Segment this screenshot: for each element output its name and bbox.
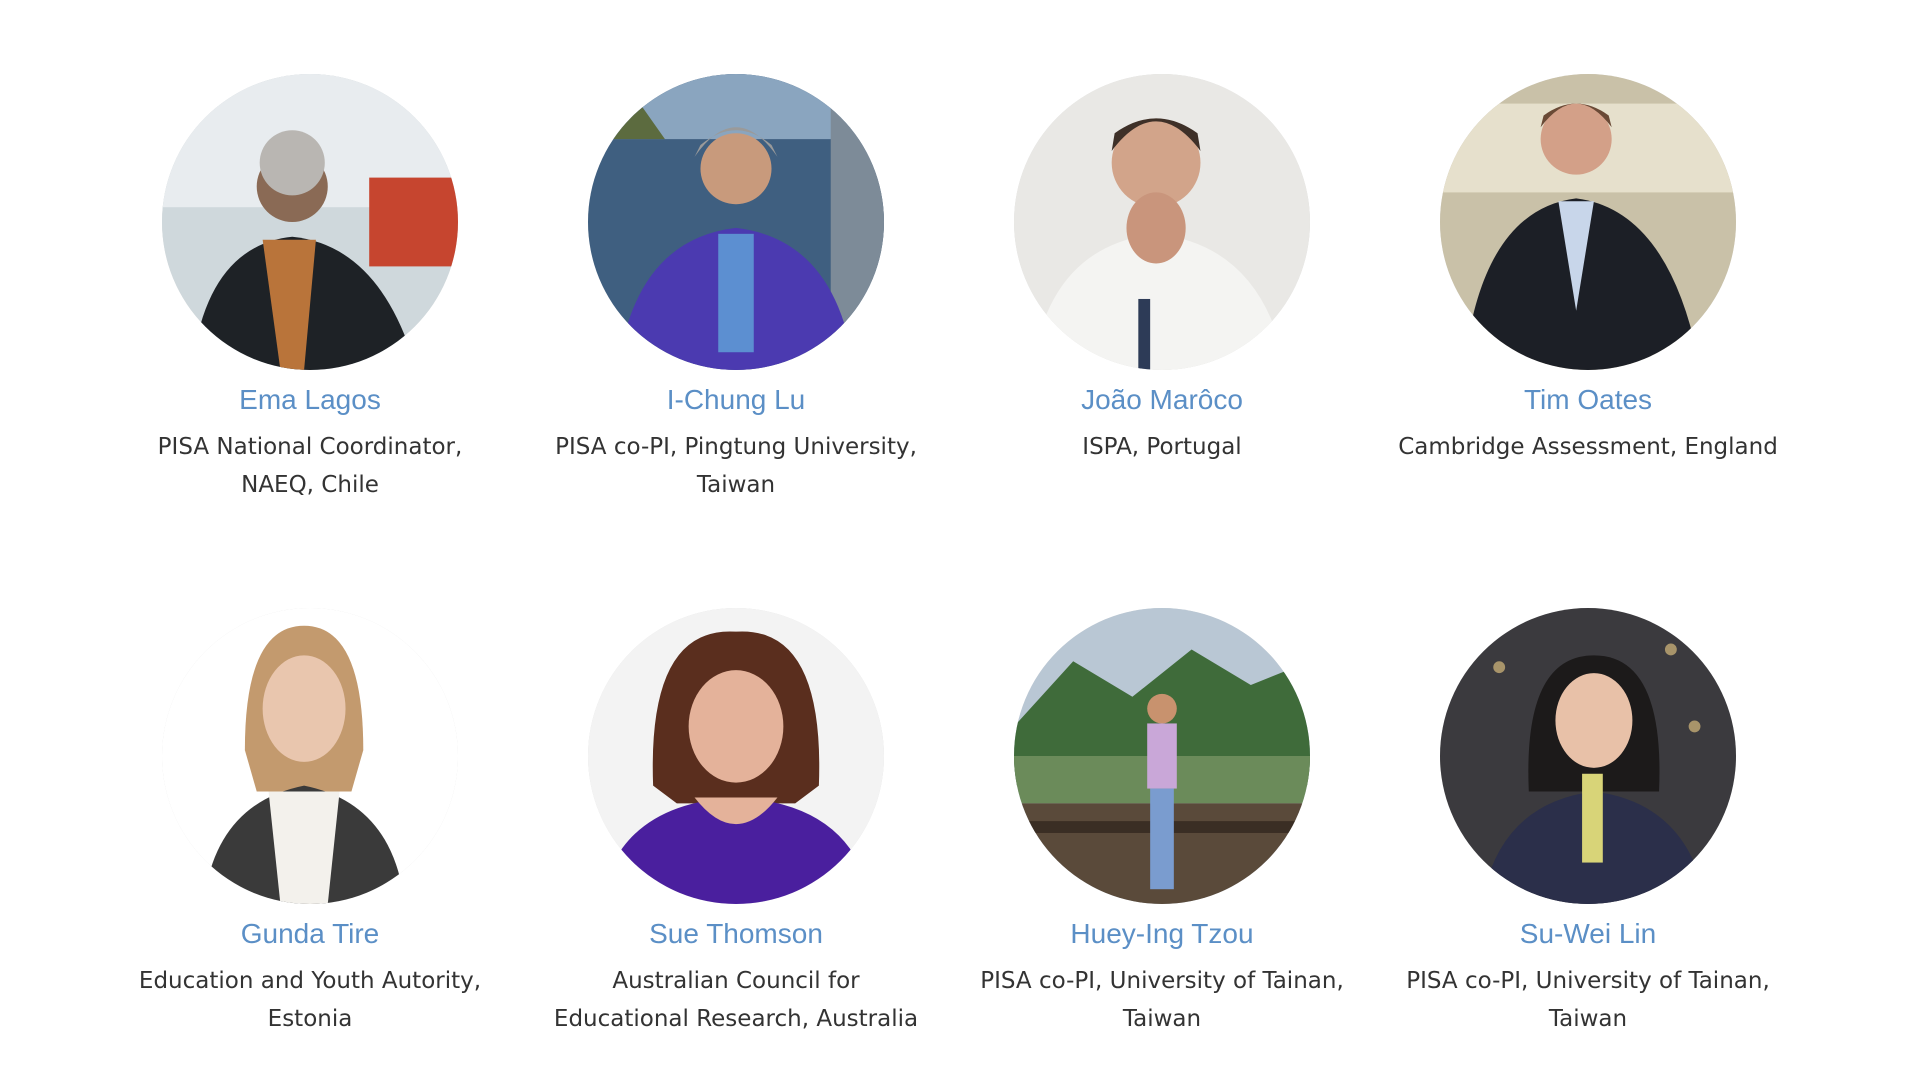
person-role: PISA co-PI, Pingtung University, Taiwan xyxy=(555,434,917,498)
person-card: Sue Thomson Australian Council for Educa… xyxy=(536,608,936,1038)
person-photo xyxy=(162,74,458,370)
person-name[interactable]: I-Chung Lu xyxy=(536,382,936,418)
person-photo xyxy=(162,608,458,904)
person-card: Tim Oates Cambridge Assessment, England xyxy=(1388,74,1788,466)
person-role: PISA National Coordinator, NAEQ, Chile xyxy=(157,434,463,498)
person-card: I-Chung Lu PISA co-PI, Pingtung Universi… xyxy=(536,74,936,504)
person-photo xyxy=(1014,608,1310,904)
person-name[interactable]: Tim Oates xyxy=(1388,382,1788,418)
person-role: Cambridge Assessment, England xyxy=(1398,434,1778,460)
person-name[interactable]: Huey-Ing Tzou xyxy=(962,916,1362,952)
person-photo xyxy=(588,608,884,904)
person-card: Gunda Tire Education and Youth Autority,… xyxy=(110,608,510,1038)
person-role: Australian Council for Educational Resea… xyxy=(553,968,919,1032)
person-name[interactable]: Ema Lagos xyxy=(110,382,510,418)
person-photo xyxy=(1014,74,1310,370)
person-card: Huey-Ing Tzou PISA co-PI, University of … xyxy=(962,608,1362,1038)
person-role: ISPA, Portugal xyxy=(1082,434,1242,460)
person-card: Su-Wei Lin PISA co-PI, University of Tai… xyxy=(1388,608,1788,1038)
person-role: PISA co-PI, University of Tainan, Taiwan xyxy=(1406,968,1770,1032)
person-card: João Marôco ISPA, Portugal xyxy=(962,74,1362,466)
person-role: Education and Youth Autority, Estonia xyxy=(138,968,482,1032)
person-photo xyxy=(588,74,884,370)
person-card: Ema Lagos PISA National Coordinator, NAE… xyxy=(110,74,510,504)
person-name[interactable]: Sue Thomson xyxy=(536,916,936,952)
person-name[interactable]: Gunda Tire xyxy=(110,916,510,952)
person-name[interactable]: João Marôco xyxy=(962,382,1362,418)
person-name[interactable]: Su-Wei Lin xyxy=(1388,916,1788,952)
person-photo xyxy=(1440,74,1736,370)
person-role: PISA co-PI, University of Tainan, Taiwan xyxy=(980,968,1344,1032)
person-photo xyxy=(1440,608,1736,904)
team-grid: Ema Lagos PISA National Coordinator, NAE… xyxy=(0,0,1920,1080)
